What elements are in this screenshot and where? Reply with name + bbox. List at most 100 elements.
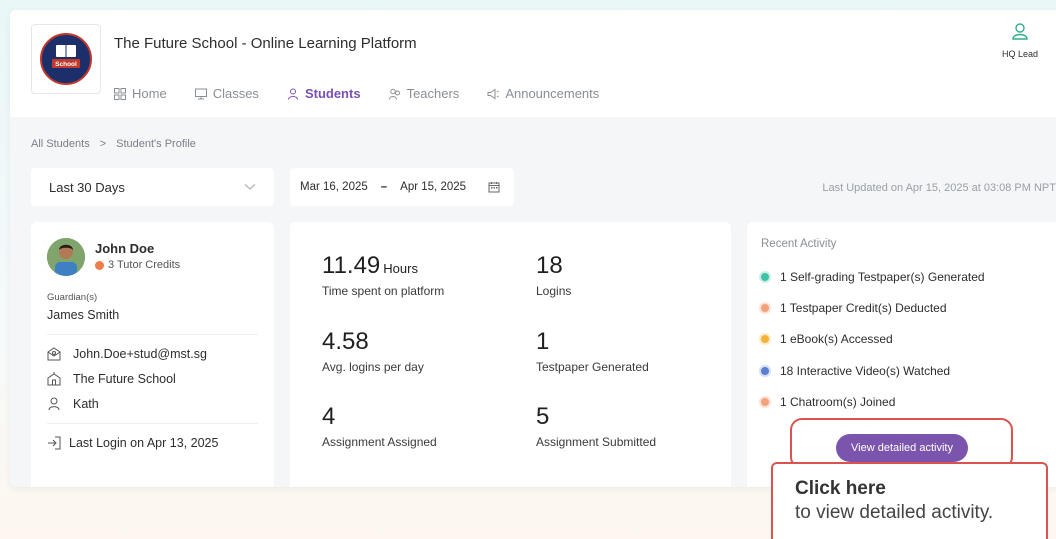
last-login-text: Last Login on Apr 13, 2025: [69, 436, 219, 450]
stat-logins: 18 Logins: [536, 252, 571, 298]
date-dash: –: [380, 181, 388, 193]
user-menu[interactable]: HQ Lead: [998, 22, 1042, 59]
student-teacher: Kath: [73, 397, 99, 411]
nav-students-label: Students: [304, 86, 361, 101]
profile-card: John Doe 3 Tutor Credits Guardian(s) Jam…: [31, 222, 274, 487]
status-dot: [761, 397, 769, 406]
nav-classes-label: Classes: [212, 86, 259, 101]
date-range-picker[interactable]: Mar 16, 2025 – Apr 15, 2025: [290, 168, 514, 206]
stat-submitted-value: 5: [536, 403, 550, 430]
student-name: John Doe: [95, 241, 155, 256]
end-date[interactable]: Apr 15, 2025: [400, 181, 466, 193]
stat-testpaper-value: 1: [536, 328, 550, 355]
app-window: School The Future School - Online Learni…: [10, 10, 1056, 487]
nav-teachers[interactable]: Teachers: [388, 86, 459, 101]
credit-coin-icon: [95, 260, 104, 270]
status-dot: [761, 303, 769, 312]
breadcrumb-separator: >: [99, 138, 107, 150]
calendar-icon[interactable]: [488, 181, 500, 193]
breadcrumb-all-students[interactable]: All Students: [31, 138, 90, 150]
activity-list: 1 Self-grading Testpaper(s) Generated 1 …: [761, 261, 1052, 417]
nav-classes[interactable]: Classes: [194, 86, 259, 101]
divider: [47, 423, 258, 424]
guardian-name: James Smith: [47, 308, 120, 322]
tooltip-callout: Click here to view detailed activity.: [771, 462, 1048, 539]
nav-announcements[interactable]: Announcements: [487, 86, 599, 101]
email-icon: [47, 347, 61, 361]
activity-text: 1 Testpaper Credit(s) Deducted: [780, 300, 947, 315]
main-nav: Home Classes Students Teachers Announcem…: [114, 86, 627, 101]
stat-avg-logins: 4.58 Avg. logins per day: [322, 328, 424, 374]
stat-assigned: 4 Assignment Assigned: [322, 403, 437, 449]
email-row: John.Doe+stud@mst.sg: [47, 347, 258, 361]
stat-testpaper-label: Testpaper Generated: [536, 360, 649, 374]
stat-avg-value: 4.58: [322, 328, 369, 355]
app-title: The Future School - Online Learning Plat…: [114, 35, 417, 52]
status-dot: [761, 272, 769, 281]
stat-submitted: 5 Assignment Submitted: [536, 403, 656, 449]
school-icon: [47, 372, 61, 386]
stat-assigned-label: Assignment Assigned: [322, 435, 437, 449]
user-icon: [1012, 23, 1028, 40]
stat-time-unit: Hours: [383, 261, 418, 276]
tutor-credits: 3 Tutor Credits: [95, 259, 180, 271]
recent-activity-title: Recent Activity: [761, 238, 837, 250]
school-logo-icon: School: [40, 33, 92, 85]
avatar: [47, 238, 85, 276]
student-school: The Future School: [73, 372, 176, 386]
date-range-select[interactable]: Last 30 Days: [31, 168, 274, 206]
teacher-row: Kath: [47, 397, 258, 411]
stat-logins-label: Logins: [536, 284, 572, 298]
nav-students[interactable]: Students: [287, 86, 361, 101]
top-bar: School The Future School - Online Learni…: [10, 10, 1056, 117]
chevron-down-icon: [244, 184, 256, 190]
callout-body: to view detailed activity.: [795, 502, 994, 523]
stat-time-value: 11.49: [322, 252, 381, 279]
activity-item: 1 Testpaper Credit(s) Deducted: [761, 292, 1052, 323]
school-row: The Future School: [47, 372, 258, 386]
stat-submitted-label: Assignment Submitted: [536, 435, 657, 449]
school-logo[interactable]: School: [31, 24, 101, 94]
date-range-select-value: Last 30 Days: [49, 179, 125, 195]
stat-time-spent: 11.49 Hours Time spent on platform: [322, 252, 444, 298]
student-email: John.Doe+stud@mst.sg: [73, 347, 207, 361]
last-updated-text: Last Updated on Apr 15, 2025 at 03:08 PM…: [822, 182, 1056, 194]
logo-text: School: [55, 61, 77, 68]
stat-testpaper: 1 Testpaper Generated: [536, 328, 649, 374]
stats-card: 11.49 Hours Time spent on platform 18 Log…: [290, 222, 731, 487]
login-icon: [48, 436, 61, 450]
megaphone-icon: [487, 88, 500, 99]
activity-item: 1 Chatroom(s) Joined: [761, 386, 1052, 417]
last-login-row: Last Login on Apr 13, 2025: [47, 436, 258, 450]
user-role: HQ Lead: [1001, 49, 1039, 59]
teachers-icon: [388, 88, 400, 100]
breadcrumb: All Students > Student's Profile: [31, 138, 196, 150]
student-photo: [47, 238, 85, 276]
status-dot: [761, 366, 769, 375]
grid-icon: [114, 87, 126, 100]
guardian-label: Guardian(s): [47, 292, 98, 303]
stat-avg-label: Avg. logins per day: [322, 360, 424, 374]
activity-item: 18 Interactive Video(s) Watched: [761, 355, 1052, 386]
stat-assigned-value: 4: [322, 403, 336, 430]
teacher-icon: [48, 397, 60, 411]
stat-time-label: Time spent on platform: [322, 284, 445, 298]
divider: [47, 334, 258, 335]
activity-text: 18 Interactive Video(s) Watched: [780, 363, 951, 378]
activity-text: 1 Self-grading Testpaper(s) Generated: [780, 269, 985, 284]
status-dot: [761, 335, 769, 344]
tutor-credits-text: 3 Tutor Credits: [108, 259, 181, 271]
breadcrumb-current: Student's Profile: [116, 138, 196, 150]
student-icon: [287, 88, 298, 100]
activity-item: 1 Self-grading Testpaper(s) Generated: [761, 261, 1052, 292]
nav-announcements-label: Announcements: [505, 86, 600, 101]
monitor-icon: [194, 88, 207, 99]
start-date[interactable]: Mar 16, 2025: [300, 181, 368, 193]
nav-home[interactable]: Home: [114, 86, 167, 101]
stat-logins-value: 18: [536, 252, 563, 279]
activity-item: 1 eBook(s) Accessed: [761, 324, 1052, 355]
callout-title: Click here: [795, 478, 886, 499]
activity-text: 1 Chatroom(s) Joined: [780, 394, 896, 409]
activity-text: 1 eBook(s) Accessed: [780, 332, 893, 347]
nav-home-label: Home: [132, 86, 167, 101]
